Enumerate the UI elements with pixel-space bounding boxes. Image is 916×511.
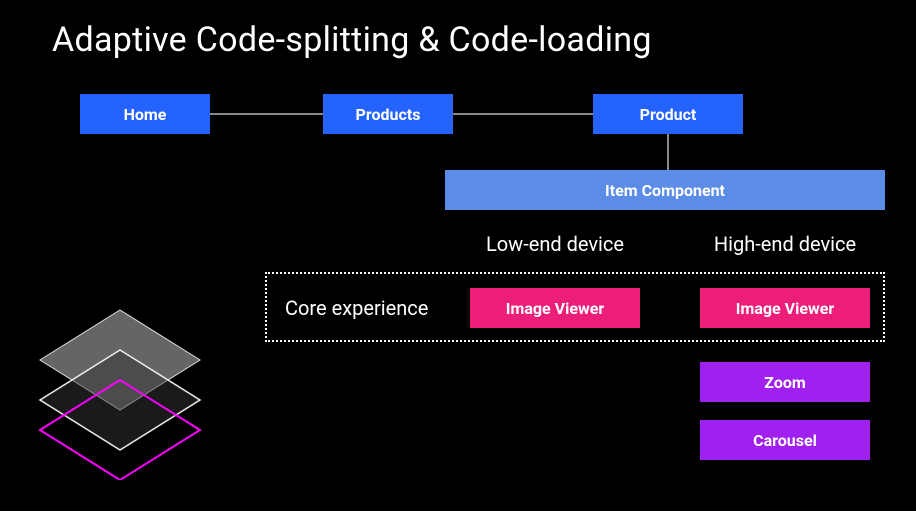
- layers-icon: [20, 300, 220, 480]
- module-carousel: Carousel: [700, 420, 870, 460]
- page-title: Adaptive Code-splitting & Code-loading: [52, 20, 652, 60]
- node-item-component-label: Item Component: [605, 181, 725, 200]
- connector-home-products: [210, 113, 323, 115]
- module-image-viewer-low-label: Image Viewer: [506, 299, 604, 318]
- connector-products-product: [453, 113, 593, 115]
- header-low-end: Low-end device: [460, 232, 650, 256]
- module-zoom-label: Zoom: [764, 373, 805, 392]
- node-product: Product: [593, 94, 743, 134]
- node-item-component: Item Component: [445, 170, 885, 210]
- core-experience-label: Core experience: [285, 296, 428, 320]
- module-image-viewer-low: Image Viewer: [470, 288, 640, 328]
- node-products-label: Products: [356, 105, 421, 124]
- node-product-label: Product: [640, 105, 697, 124]
- module-image-viewer-high-label: Image Viewer: [736, 299, 834, 318]
- module-carousel-label: Carousel: [753, 431, 817, 450]
- module-image-viewer-high: Image Viewer: [700, 288, 870, 328]
- header-high-end: High-end device: [690, 232, 880, 256]
- node-home-label: Home: [124, 105, 167, 124]
- node-products: Products: [323, 94, 453, 134]
- connector-product-item: [667, 134, 669, 170]
- module-zoom: Zoom: [700, 362, 870, 402]
- node-home: Home: [80, 94, 210, 134]
